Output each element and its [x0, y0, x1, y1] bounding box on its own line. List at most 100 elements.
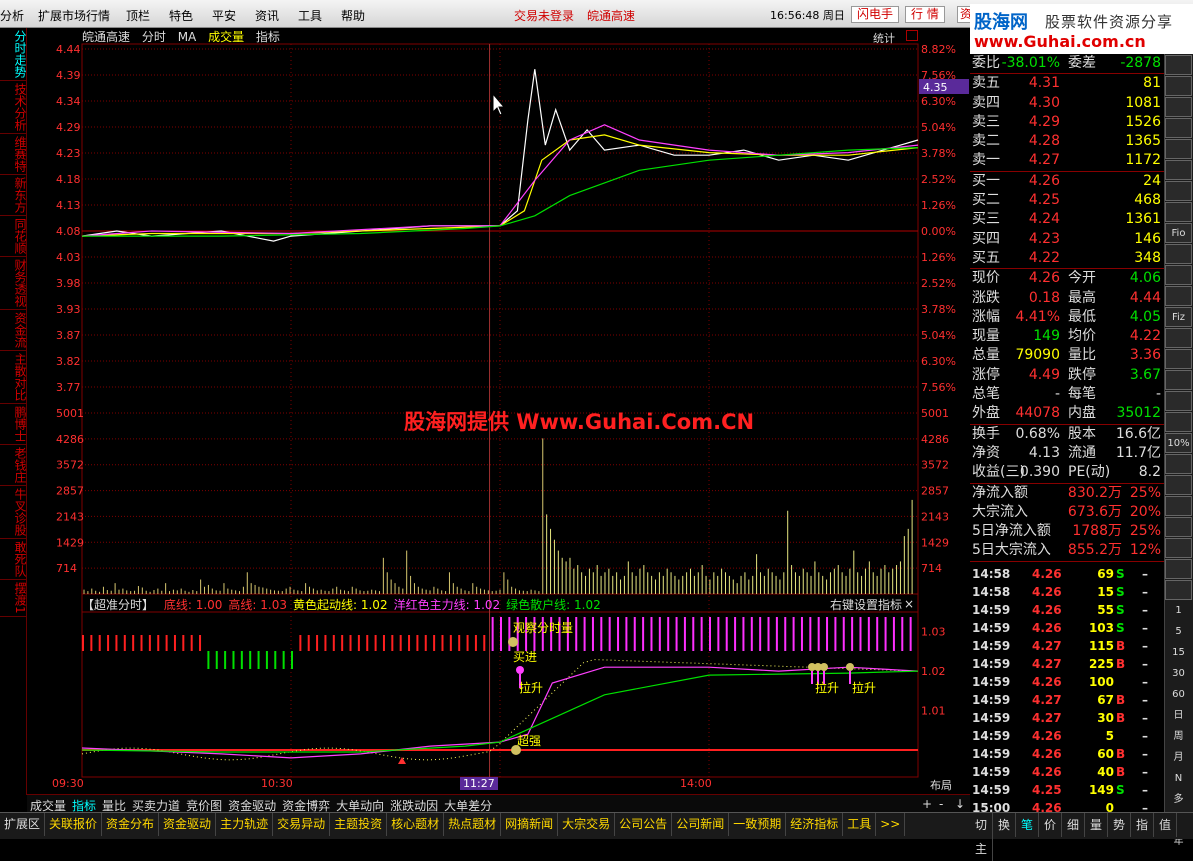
side-button-13[interactable]: [1165, 328, 1192, 348]
right-tab-5[interactable]: 量: [1085, 813, 1108, 837]
indicator-strip-bar-1488: [600, 617, 603, 651]
side-button-26[interactable]: 1: [1165, 601, 1192, 621]
status-tab-7[interactable]: 核心题材: [387, 813, 445, 836]
status-tab-1[interactable]: 关联报价: [45, 813, 103, 836]
ask-levels: 卖五 4.31 81 卖四 4.30 1081 卖三 4.29 1526 卖二 4.28 1365 卖一…: [970, 73, 1164, 170]
side-button-25[interactable]: [1165, 580, 1192, 600]
status-tab-12[interactable]: 公司新闻: [672, 813, 730, 836]
price-tick-left-3: 4.29: [56, 121, 81, 134]
status-tab-4[interactable]: 主力轨迹: [216, 813, 274, 836]
side-button-7[interactable]: [1165, 202, 1192, 222]
indicator-strip-bar-2208: [851, 617, 854, 651]
side-button-24[interactable]: [1165, 559, 1192, 579]
indicator-strip-bar-0: [82, 635, 84, 651]
right-tab-7[interactable]: 指: [1131, 813, 1154, 837]
side-button-32[interactable]: 周: [1165, 727, 1192, 747]
side-button-15[interactable]: [1165, 370, 1192, 390]
side-button-28[interactable]: 15: [1165, 643, 1192, 663]
ask-level-1-price: 4.30: [1028, 94, 1060, 111]
status-tab-3[interactable]: 资金驱动: [159, 813, 217, 836]
right-tab-6[interactable]: 势: [1108, 813, 1131, 837]
right-tab-1[interactable]: 换: [993, 813, 1016, 837]
volume-tick-left-5: 1429: [56, 536, 84, 549]
side-button-0[interactable]: [1165, 55, 1192, 75]
indicator-strip-bar-984: [424, 635, 427, 651]
side-button-33[interactable]: 月: [1165, 748, 1192, 768]
side-button-18[interactable]: 10%: [1165, 433, 1192, 453]
quote-label2-7: 内盘: [1068, 405, 1096, 422]
indicator-strip-bar-696: [324, 635, 327, 651]
indicator-close-icon[interactable]: ×: [904, 597, 914, 611]
pane-down-button[interactable]: ↓: [955, 797, 965, 811]
quote-row-5: 涨停 4.49 跌停 3.67: [970, 366, 1164, 385]
side-button-2[interactable]: [1165, 97, 1192, 117]
status-tab-9[interactable]: 网摘新闻: [501, 813, 559, 836]
right-tab-9[interactable]: 主: [970, 837, 993, 861]
indicator-strip-bar-1848: [725, 617, 728, 651]
quote2-row-1: 净资 4.13 流通 11.7亿: [970, 444, 1164, 463]
quote-label2-1: 最高: [1068, 289, 1096, 306]
side-button-1[interactable]: [1165, 76, 1192, 96]
status-tab-6[interactable]: 主题投资: [330, 813, 388, 836]
side-button-6[interactable]: [1165, 181, 1192, 201]
side-button-9[interactable]: [1165, 244, 1192, 264]
side-button-5[interactable]: [1165, 160, 1192, 180]
bid-level-0-volume: 24: [1143, 172, 1161, 189]
quote-value1-6: -: [1054, 386, 1060, 403]
status-tab-0[interactable]: 扩展区: [0, 813, 46, 836]
tick-price-10: 4.26: [1032, 746, 1062, 761]
remove-pane-button[interactable]: -: [939, 797, 943, 811]
side-button-11[interactable]: [1165, 286, 1192, 306]
indicator-settings-link[interactable]: 右键设置指标: [830, 596, 902, 613]
indicator-strip-bar-1920: [750, 617, 753, 651]
intraday-chart[interactable]: 4.44 8.82% 4.39 7.56% 4.34 6.30% 4.29 5.04% 4.23…: [0, 0, 970, 795]
flow-pct-2: 25%: [1129, 523, 1161, 540]
right-tab-8[interactable]: 值: [1154, 813, 1177, 837]
status-tab-5[interactable]: 交易异动: [273, 813, 331, 836]
flow-value-1: 673.6万: [1067, 503, 1122, 520]
side-button-8[interactable]: Fio: [1165, 223, 1192, 243]
status-tab-16[interactable]: >>: [876, 813, 906, 836]
status-tab-15[interactable]: 工具: [843, 813, 877, 836]
layout-link[interactable]: 布局: [930, 777, 952, 793]
tick-row-0: 14:58 4.26 69 S –: [970, 565, 1164, 583]
right-tab-4[interactable]: 细: [1062, 813, 1085, 837]
tick-dash-4: –: [1142, 638, 1148, 653]
status-tab-10[interactable]: 大宗交易: [558, 813, 616, 836]
right-tab-3[interactable]: 价: [1039, 813, 1062, 837]
bid-level-4-volume: 348: [1134, 249, 1161, 266]
side-button-12[interactable]: Fiz: [1165, 307, 1192, 327]
status-tab-13[interactable]: 一致预期: [729, 813, 787, 836]
quote-label2-0: 今开: [1068, 270, 1096, 287]
side-button-3[interactable]: [1165, 118, 1192, 138]
side-button-30[interactable]: 60: [1165, 685, 1192, 705]
side-button-16[interactable]: [1165, 391, 1192, 411]
side-button-14[interactable]: [1165, 349, 1192, 369]
side-button-29[interactable]: 30: [1165, 664, 1192, 684]
side-button-34[interactable]: N: [1165, 769, 1192, 789]
status-tab-8[interactable]: 热点题材: [444, 813, 502, 836]
status-tab-14[interactable]: 经济指标: [786, 813, 844, 836]
tick-row-12: 14:59 4.25 149 S –: [970, 781, 1164, 799]
status-tab-2[interactable]: 资金分布: [102, 813, 160, 836]
tick-price-12: 4.25: [1032, 782, 1062, 797]
side-button-4[interactable]: [1165, 139, 1192, 159]
side-button-20[interactable]: [1165, 475, 1192, 495]
side-button-10[interactable]: [1165, 265, 1192, 285]
side-button-35[interactable]: 多: [1165, 790, 1192, 810]
side-button-23[interactable]: [1165, 538, 1192, 558]
side-button-17[interactable]: [1165, 412, 1192, 432]
right-tab-2[interactable]: 笔: [1016, 813, 1039, 837]
side-button-19[interactable]: [1165, 454, 1192, 474]
indicator-strip-bar-312: [190, 635, 193, 651]
quote-value1-7: 44078: [1015, 405, 1060, 422]
status-tab-11[interactable]: 公司公告: [615, 813, 673, 836]
side-button-31[interactable]: 日: [1165, 706, 1192, 726]
right-tab-0[interactable]: 切: [970, 813, 993, 837]
add-pane-button[interactable]: +: [922, 797, 932, 811]
bid-level-2: 买三 4.24 1361: [970, 210, 1164, 229]
indicator-strip-bar-1440: [583, 617, 586, 651]
side-button-27[interactable]: 5: [1165, 622, 1192, 642]
side-button-21[interactable]: [1165, 496, 1192, 516]
side-button-22[interactable]: [1165, 517, 1192, 537]
